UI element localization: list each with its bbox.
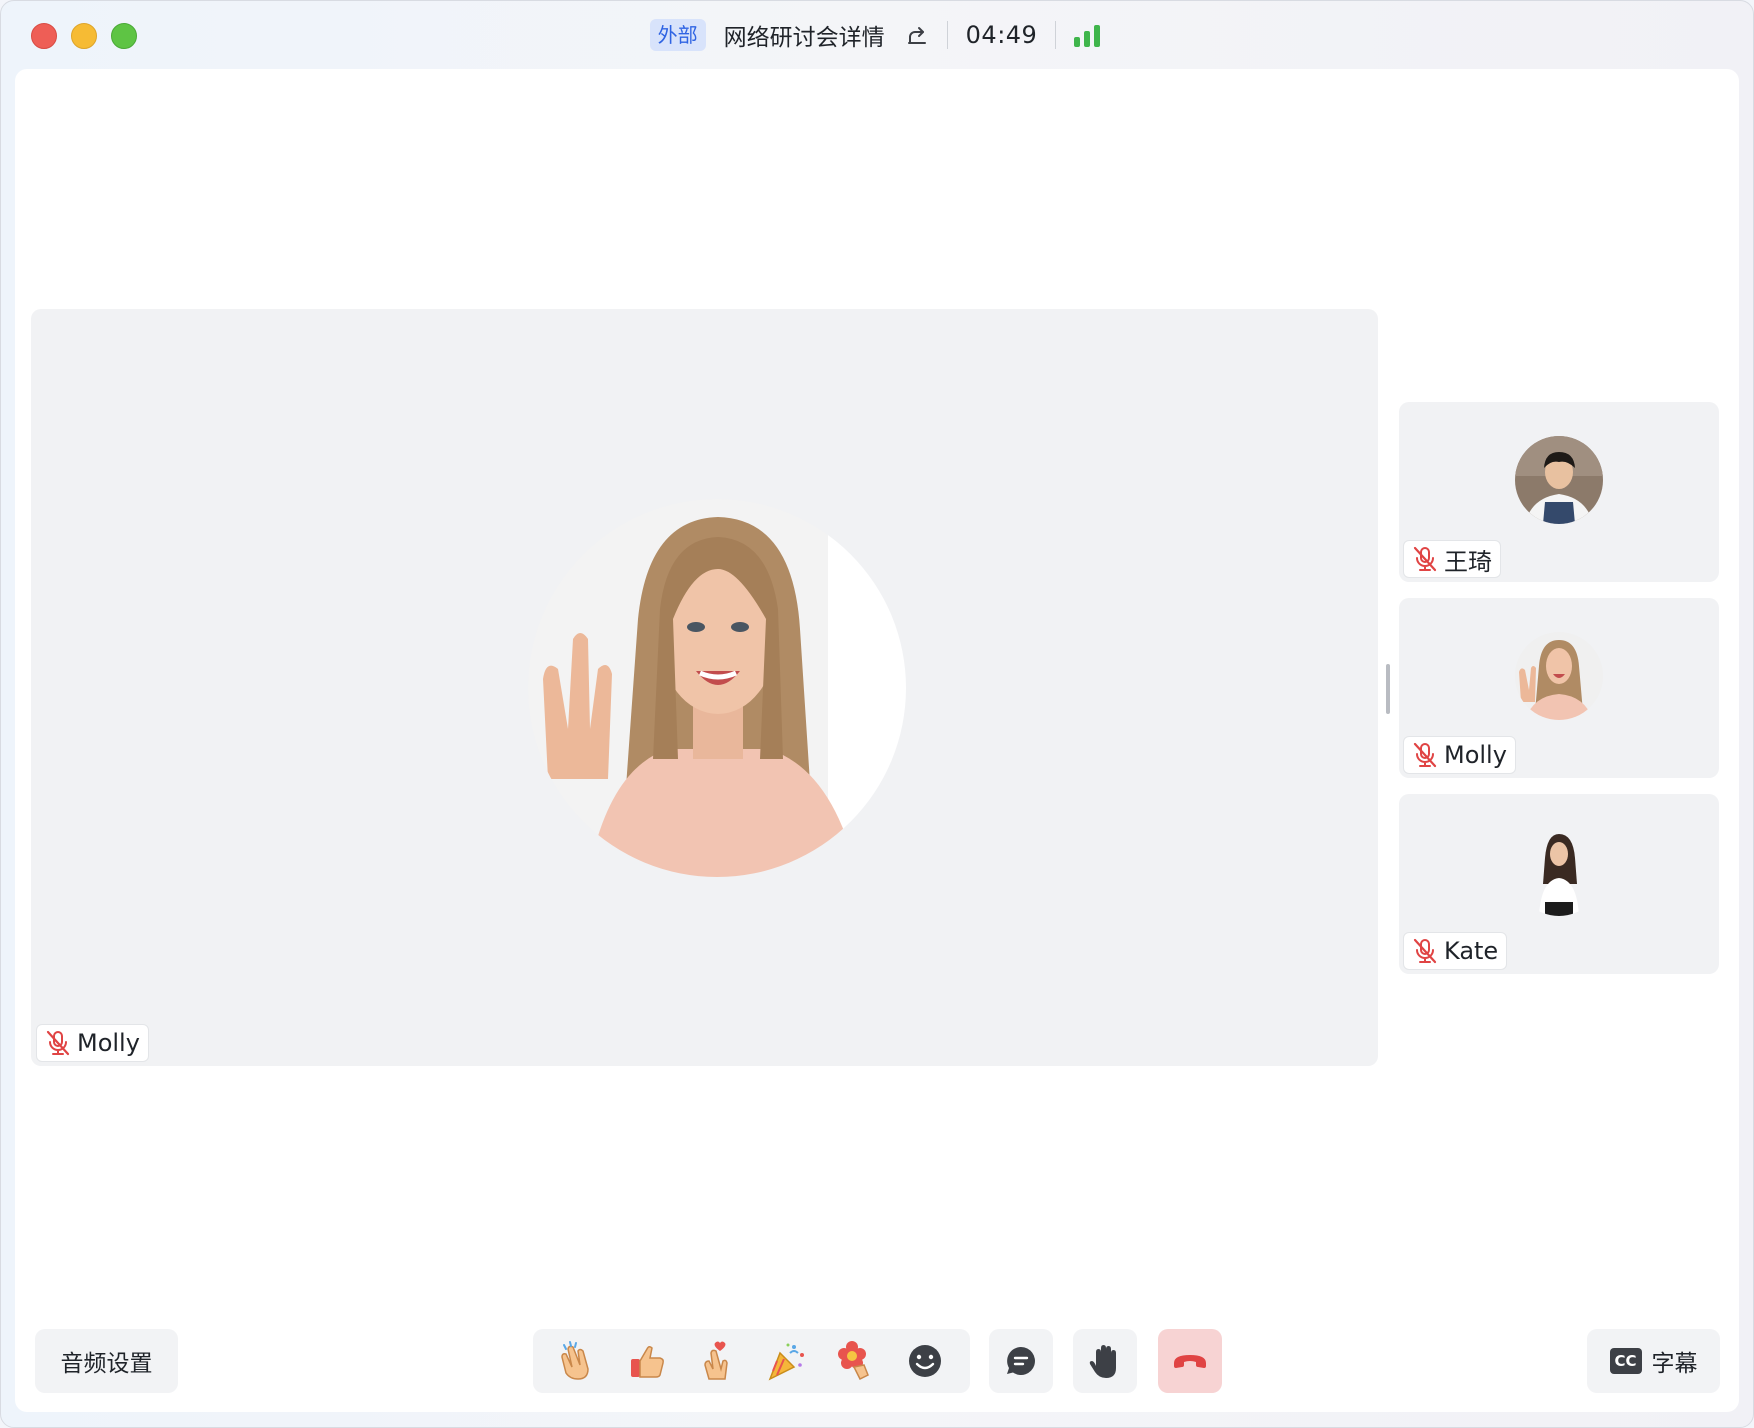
participant-name-chip: 王琦 [1403, 540, 1501, 578]
share-icon[interactable] [905, 23, 929, 47]
mic-off-icon [1413, 546, 1437, 572]
active-speaker-view[interactable]: Molly [31, 309, 1378, 1066]
participant-name-chip: Kate [1403, 932, 1508, 970]
clap-icon[interactable] [554, 1337, 602, 1385]
participant-avatar [1515, 436, 1603, 524]
emoji-icon[interactable] [901, 1337, 949, 1385]
participant-name: 王琦 [1444, 547, 1492, 576]
participant-avatar [1515, 828, 1603, 916]
participant-tile[interactable]: 王琦 [1399, 402, 1719, 582]
finger-heart-icon[interactable] [693, 1337, 741, 1385]
meeting-title[interactable]: 网络研讨会详情 [724, 18, 885, 52]
meeting-window: 外部 网络研讨会详情 04:49 Molly 王琦 Molly Kate 音频设… [0, 0, 1754, 1428]
audio-settings-label: 音频设置 [60, 1351, 153, 1377]
mic-off-icon [1413, 938, 1437, 964]
participant-tile[interactable]: Kate [1399, 794, 1719, 974]
participant-name-chip: Molly [1403, 736, 1516, 774]
signal-strength-icon[interactable] [1074, 23, 1104, 47]
chat-icon [1007, 1347, 1035, 1375]
mic-off-icon [1413, 742, 1437, 768]
meeting-panel: Molly 王琦 Molly Kate [15, 69, 1739, 1412]
chat-button[interactable] [989, 1329, 1053, 1393]
title-divider [946, 21, 948, 49]
mic-off-icon [46, 1030, 70, 1056]
meeting-timer: 04:49 [965, 21, 1038, 49]
title-divider [1055, 21, 1057, 49]
flower-icon[interactable] [832, 1337, 880, 1385]
participant-name: Molly [1444, 741, 1507, 769]
speaker-name: Molly [77, 1029, 140, 1057]
speaker-avatar [528, 499, 906, 877]
audio-settings-button[interactable]: 音频设置 [35, 1329, 178, 1393]
participant-tile[interactable]: Molly [1399, 598, 1719, 778]
reaction-bar [533, 1329, 970, 1393]
leave-meeting-button[interactable] [1158, 1329, 1222, 1393]
party-popper-icon[interactable] [762, 1337, 810, 1385]
resize-handle[interactable] [1386, 664, 1390, 714]
participant-avatar [1515, 632, 1603, 720]
captions-icon: CC [1609, 1348, 1642, 1374]
raise-hand-button[interactable] [1073, 1329, 1137, 1393]
raise-hand-icon [1089, 1345, 1116, 1378]
title-bar: 外部 网络研讨会详情 04:49 [1, 17, 1753, 53]
participant-name: Kate [1444, 937, 1499, 965]
speaker-name-chip: Molly [36, 1024, 149, 1062]
external-tag: 外部 [649, 19, 706, 51]
captions-button[interactable]: CC 字幕 [1587, 1329, 1720, 1393]
captions-label: 字幕 [1651, 1351, 1698, 1377]
thumbs-up-icon[interactable] [623, 1337, 671, 1385]
hang-up-icon [1174, 1355, 1206, 1368]
